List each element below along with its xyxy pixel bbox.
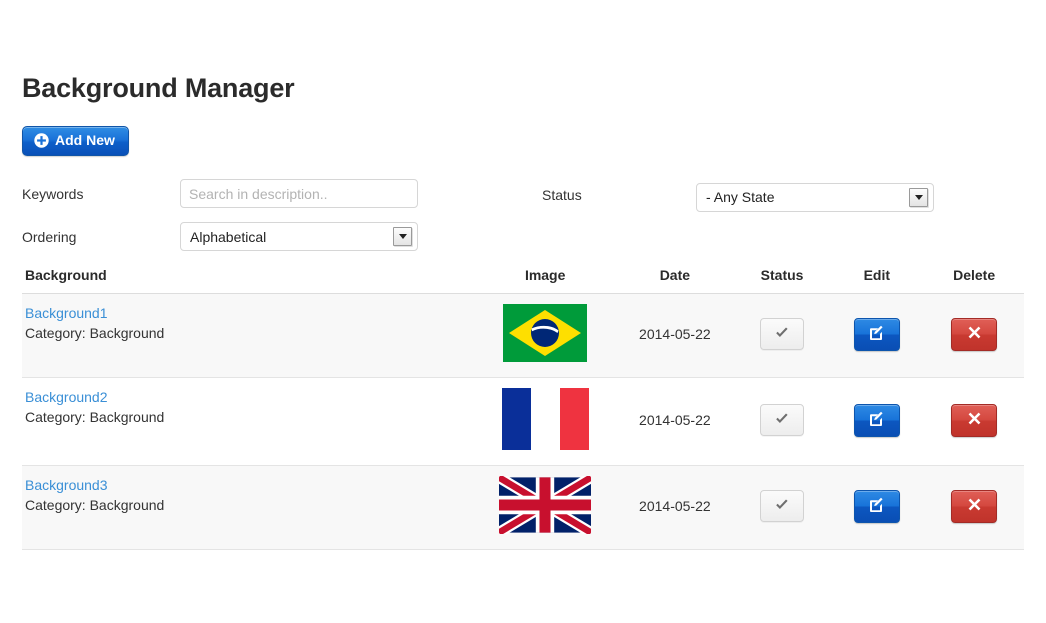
edit-button[interactable] (853, 317, 900, 351)
status-label: Status (542, 186, 582, 203)
keywords-label: Keywords (22, 185, 84, 202)
cell-background: Background1 Category: Background (22, 293, 475, 377)
delete-button[interactable] (951, 403, 998, 437)
pencil-square-icon (868, 410, 885, 430)
cell-date: 2014-05-22 (639, 326, 711, 343)
plus-circle-icon (34, 132, 49, 148)
cell-status (735, 377, 830, 465)
cross-icon (967, 411, 982, 429)
column-header-date[interactable]: Date (615, 266, 735, 294)
background-name-link[interactable]: Background3 (25, 476, 475, 495)
background-name-link[interactable]: Background2 (25, 388, 475, 407)
chevron-down-icon[interactable] (393, 227, 412, 247)
table-row: Background2 Category: Background 2014-05… (22, 377, 1024, 466)
edit-button[interactable] (853, 489, 900, 523)
page-title: Background Manager (22, 73, 295, 103)
cell-status (735, 465, 830, 549)
column-header-status[interactable]: Status (734, 266, 830, 294)
background-category: Category: Background (25, 496, 165, 513)
ordering-filter-row: Ordering Alphabetical (22, 218, 1024, 256)
table-header: Background Image Date Status Edit Delete (22, 266, 1024, 294)
table-row: Background3 Category: Background 2014-05… (22, 465, 1024, 550)
cell-background: Background3 Category: Background (22, 465, 475, 549)
background-category: Category: Background (25, 324, 165, 341)
delete-button[interactable] (951, 489, 998, 523)
status-toggle-button[interactable] (760, 490, 805, 523)
cell-date: 2014-05-22 (639, 412, 711, 429)
cell-date: 2014-05-22 (639, 498, 711, 515)
cell-edit (829, 465, 924, 549)
pencil-square-icon (868, 324, 885, 344)
table-body: Background1 Category: Background 2014-05… (22, 293, 1024, 550)
cell-edit (829, 377, 924, 465)
check-icon (774, 325, 790, 344)
france-flag (501, 387, 589, 453)
add-new-label: Add New (55, 132, 115, 149)
toolbar: Add New (22, 125, 1024, 156)
cross-icon (967, 497, 982, 515)
check-icon (774, 411, 790, 430)
cell-edit (829, 293, 924, 377)
ordering-select-value: Alphabetical (190, 228, 267, 245)
background-category: Category: Background (25, 408, 165, 425)
pencil-square-icon (868, 496, 885, 516)
filter-bar: Keywords Ordering Alphabetical Status - … (22, 175, 1024, 252)
cell-background: Background2 Category: Background (22, 377, 475, 465)
cell-image (475, 465, 615, 549)
uk-flag (496, 472, 595, 538)
table-header-row: Background Image Date Status Edit Delete (22, 266, 1024, 294)
cell-delete (924, 377, 1024, 465)
background-name-link[interactable]: Background1 (25, 304, 475, 323)
delete-button[interactable] (951, 317, 998, 351)
status-toggle-button[interactable] (760, 318, 805, 351)
cell-image (475, 293, 615, 377)
ordering-select[interactable]: Alphabetical (180, 222, 418, 252)
cross-icon (967, 325, 982, 343)
chevron-down-icon[interactable] (909, 187, 928, 207)
status-select[interactable]: - Any State (696, 182, 934, 212)
cell-delete (924, 465, 1024, 549)
column-header-image[interactable]: Image (475, 266, 616, 294)
column-header-background[interactable]: Background (22, 266, 476, 294)
ordering-label: Ordering (22, 228, 77, 245)
cell-delete (924, 293, 1024, 377)
check-icon (774, 497, 790, 516)
backgrounds-table: Background Image Date Status Edit Delete… (22, 266, 1024, 550)
add-new-button[interactable]: Add New (22, 125, 129, 156)
edit-button[interactable] (853, 403, 900, 437)
status-toggle-button[interactable] (760, 404, 805, 437)
cell-status (735, 293, 830, 377)
status-filter-wrap: - Any State (696, 182, 934, 212)
status-select-value: - Any State (706, 189, 775, 206)
brazil-flag (503, 303, 588, 365)
column-header-edit[interactable]: Edit (829, 266, 925, 294)
column-header-delete[interactable]: Delete (924, 266, 1024, 294)
search-input[interactable] (180, 179, 418, 209)
background-manager-page: Background Manager Add New Keywords Orde… (0, 0, 1046, 623)
cell-image (475, 377, 615, 465)
table-row: Background1 Category: Background 2014-05… (22, 293, 1024, 378)
